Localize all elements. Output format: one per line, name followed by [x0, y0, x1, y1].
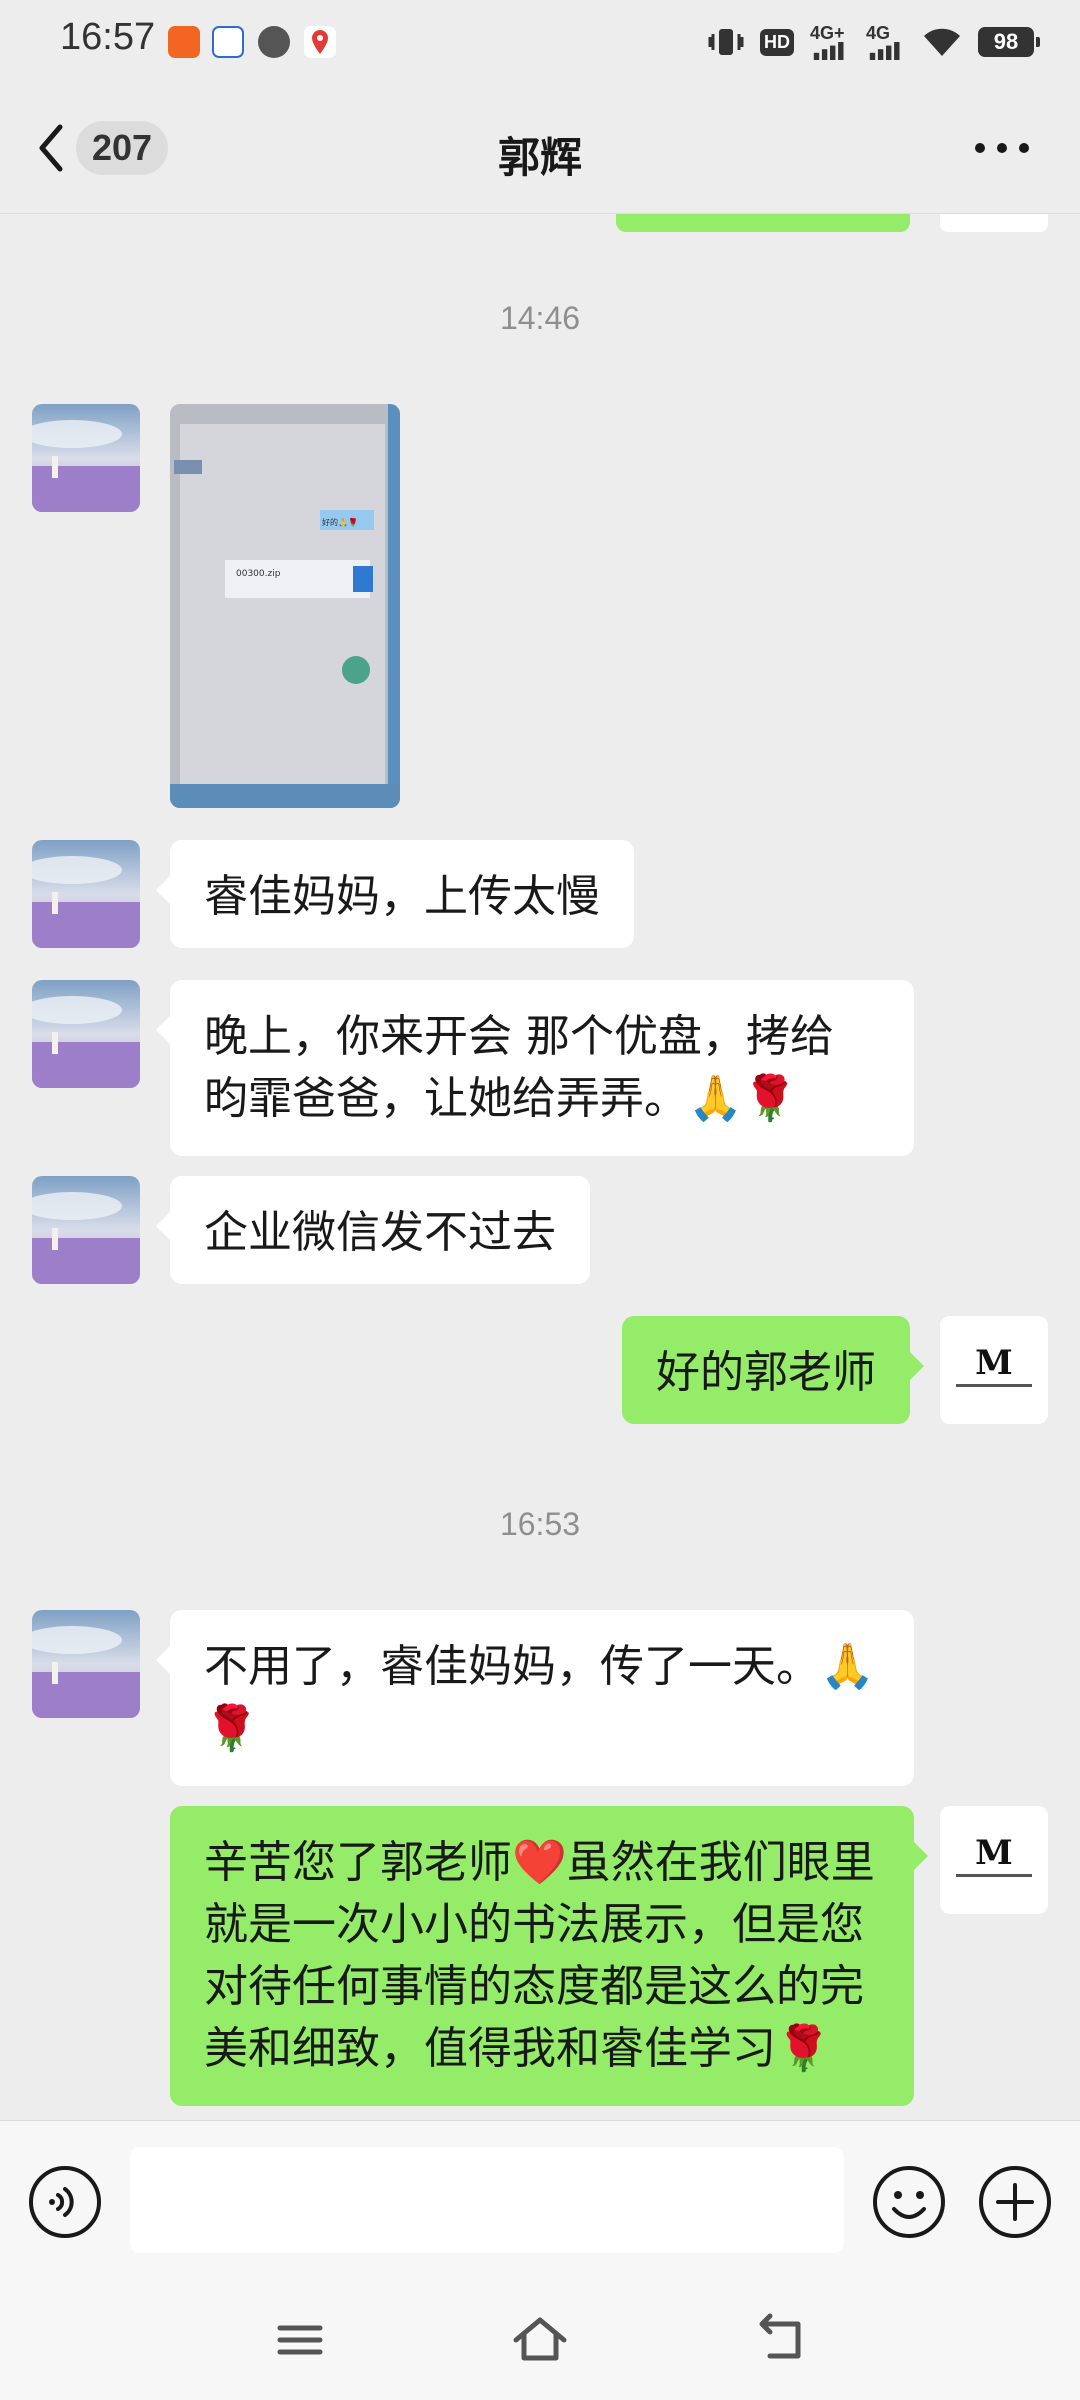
signal-4g-plus: 4G+: [810, 24, 850, 60]
outgoing-message[interactable]: 辛苦您了郭老师❤️虽然在我们眼里 就是一次小小的书法展示，但是您 对待任何事情的…: [170, 1806, 928, 2106]
hd-icon: HD: [760, 24, 794, 60]
message-text-line: 美和细致，值得我和睿佳学习🌹: [204, 2023, 831, 2074]
message-text: 企业微信发不过去: [204, 1207, 556, 1258]
camera-app-icon: [258, 26, 290, 58]
voice-input-button[interactable]: [28, 2165, 102, 2239]
chat-header: 207 郭辉: [0, 84, 1080, 214]
baidu-icon: [212, 26, 244, 58]
back-icon: [759, 2313, 801, 2359]
page-title: 郭辉: [497, 133, 582, 182]
menu-icon: [277, 2325, 323, 2355]
message-text-line: 🌹: [204, 1703, 259, 1754]
voice-icon: [29, 2166, 101, 2238]
emoji-icon: [873, 2166, 945, 2238]
message-input-bar: [0, 2120, 1080, 2280]
svg-text:M: M: [975, 1833, 1013, 1873]
message-text-line: 就是一次小小的书法展示，但是您: [204, 1899, 864, 1950]
contact-avatar[interactable]: [32, 840, 140, 948]
outgoing-message[interactable]: 好的郭老师: [622, 1316, 924, 1424]
incoming-message[interactable]: 不用了，睿佳妈妈，传了一天。🙏 🌹: [156, 1610, 914, 1786]
vibrate-icon: [708, 24, 744, 60]
image-message[interactable]: 00300.zip 好的🙏🌹: [170, 404, 400, 808]
message-text-line: 辛苦您了郭老师❤️虽然在我们眼里: [204, 1837, 875, 1888]
partial-my-avatar[interactable]: [940, 214, 1048, 232]
chat-message-list[interactable]: 14:46 00300.zip 好的🙏🌹 睿佳妈妈，上传太慢 晚上，你来开会 那…: [0, 214, 1080, 2120]
app-notification-icon: [168, 26, 200, 58]
message-text-input[interactable]: [130, 2147, 844, 2253]
my-avatar[interactable]: M: [940, 1316, 1048, 1424]
emoji-button[interactable]: [872, 2165, 946, 2239]
battery-indicator: 98: [978, 27, 1040, 57]
image-note: 好的🙏🌹: [322, 517, 358, 527]
message-timestamp: 16:53: [499, 1506, 581, 1542]
svg-text:M: M: [975, 1343, 1013, 1383]
incoming-message[interactable]: 企业微信发不过去: [156, 1176, 590, 1284]
map-pin-icon: [304, 26, 336, 58]
system-navigation-bar: [0, 2280, 1080, 2400]
my-avatar[interactable]: M: [940, 1806, 1048, 1914]
partial-outgoing-bubble[interactable]: [616, 214, 910, 232]
message-text: 好的郭老师: [656, 1347, 876, 1398]
message-text-line: 晚上，你来开会 那个优盘，拷给: [204, 1011, 834, 1062]
message-text-line: 对待任何事情的态度都是这么的完: [204, 1961, 864, 2012]
incoming-message[interactable]: 睿佳妈妈，上传太慢: [156, 840, 634, 948]
status-indicators: HD 4G+ 4G 98: [708, 22, 1040, 62]
contact-avatar[interactable]: [32, 1610, 140, 1718]
image-file-name: 00300.zip: [236, 569, 281, 579]
message-timestamp: 14:46: [499, 300, 581, 336]
message-text-line: 昀霏爸爸，让她给弄弄。🙏🌹: [204, 1073, 798, 1124]
more-options-button[interactable]: [972, 128, 1032, 168]
contact-avatar[interactable]: [32, 1176, 140, 1284]
signal-4g: 4G: [866, 24, 906, 60]
plus-icon: [979, 2166, 1051, 2238]
status-bar: 16:57 HD 4G+ 4G 98: [0, 0, 1080, 84]
wifi-icon: [922, 24, 962, 60]
contact-avatar[interactable]: [32, 980, 140, 1088]
message-text-line: 不用了，睿佳妈妈，传了一天。🙏: [204, 1641, 875, 1692]
message-text: 睿佳妈妈，上传太慢: [204, 871, 600, 922]
contact-avatar[interactable]: [32, 404, 140, 512]
system-back-button[interactable]: [750, 2310, 810, 2370]
home-button[interactable]: [510, 2310, 570, 2370]
more-icon: [975, 143, 1029, 153]
status-time: 16:57: [60, 16, 156, 58]
more-actions-button[interactable]: [978, 2165, 1052, 2239]
home-icon: [513, 2317, 567, 2361]
recent-apps-button[interactable]: [270, 2310, 330, 2370]
incoming-message[interactable]: 晚上，你来开会 那个优盘，拷给 昀霏爸爸，让她给弄弄。🙏🌹: [156, 980, 914, 1156]
